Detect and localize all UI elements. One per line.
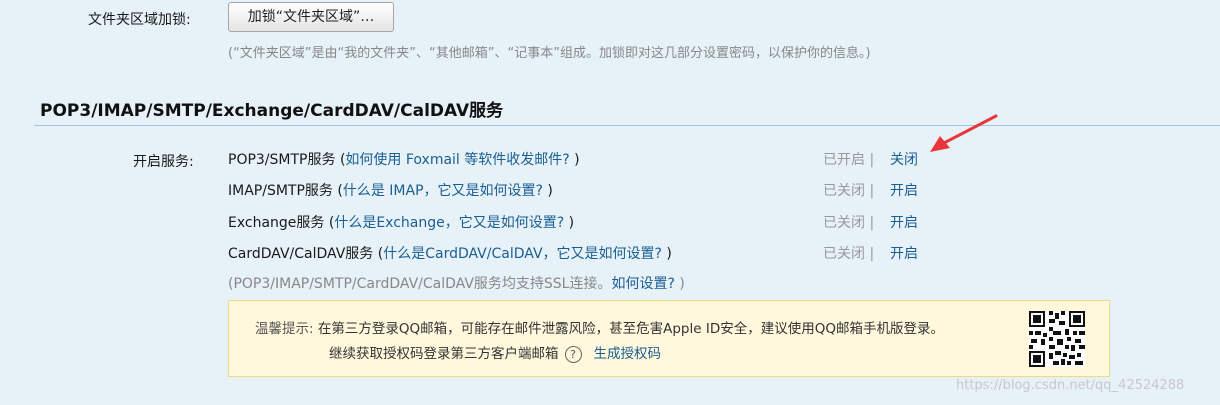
help-circle-icon[interactable]: ? <box>564 345 582 363</box>
help-link-imap[interactable]: 什么是 IMAP，它又是如何设置? <box>343 183 543 199</box>
service-name: CardDAV/CalDAV服务 ( <box>228 246 384 262</box>
ssl-note-text: (POP3/IMAP/SMTP/CardDAV/CalDAV服务均支持SSL连接… <box>228 276 612 292</box>
tip-line-1: 温馨提示: 在第三方登录QQ邮箱，可能存在邮件泄露风险，甚至危害Apple ID… <box>255 317 944 337</box>
status-exchange: 已关闭 | <box>823 215 875 231</box>
help-link-exchange[interactable]: 什么是Exchange，它又是如何设置? <box>334 215 564 231</box>
tip-line-2: 继续获取授权码登录第三方客户端邮箱? 生成授权码 <box>329 342 661 363</box>
ssl-setup-link[interactable]: 如何设置? <box>611 276 674 292</box>
paren-close: ) <box>564 215 575 231</box>
generate-auth-code-link[interactable]: 生成授权码 <box>594 346 662 362</box>
tip-text: 在第三方登录QQ邮箱，可能存在邮件泄露风险，甚至危害Apple ID安全，建议使… <box>317 321 944 337</box>
help-link-carddav[interactable]: 什么是CardDAV/CalDAV，它又是如何设置? <box>383 246 662 262</box>
service-name: IMAP/SMTP服务 ( <box>228 183 343 199</box>
status-pop3: 已开启 | <box>823 152 875 168</box>
status-carddav: 已关闭 | <box>823 246 875 262</box>
toggle-pop3-button[interactable]: 关闭 <box>890 149 918 169</box>
folder-lock-note: (“文件夹区域”是由“我的文件夹”、“其他邮箱”、“记事本”组成。加锁即对这几部… <box>228 46 871 61</box>
ssl-note: (POP3/IMAP/SMTP/CardDAV/CalDAV服务均支持SSL连接… <box>228 273 685 293</box>
annotation-arrow-icon <box>930 114 998 152</box>
folder-lock-row: 文件夹区域加锁: 加锁“文件夹区域”… <box>0 0 1220 36</box>
paren-close: ) <box>661 246 672 262</box>
watermark: https://blog.csdn.net/qq_42524288 <box>956 378 1185 393</box>
service-row-carddav: CardDAV/CalDAV服务 (什么是CardDAV/CalDAV，它又是如… <box>228 243 672 263</box>
paren-close: ) <box>542 183 553 199</box>
service-name: Exchange服务 ( <box>228 215 335 231</box>
service-name: POP3/SMTP服务 ( <box>228 152 346 168</box>
help-link-pop3[interactable]: 如何使用 Foxmail 等软件收发邮件? <box>345 152 569 168</box>
service-row-pop3: POP3/SMTP服务 (如何使用 Foxmail 等软件收发邮件? ) <box>228 149 580 169</box>
folder-lock-label: 文件夹区域加锁: <box>88 12 191 28</box>
service-row-imap: IMAP/SMTP服务 (什么是 IMAP，它又是如何设置? ) <box>228 180 553 200</box>
status-imap: 已关闭 | <box>823 183 875 199</box>
qr-code-icon <box>1029 311 1085 367</box>
tip-label: 温馨提示: <box>255 321 314 337</box>
lock-folder-area-button[interactable]: 加锁“文件夹区域”… <box>228 2 394 32</box>
toggle-imap-button[interactable]: 开启 <box>890 180 918 200</box>
toggle-carddav-button[interactable]: 开启 <box>890 243 918 263</box>
section-divider <box>34 125 1220 126</box>
auth-code-text: 继续获取授权码登录第三方客户端邮箱 <box>329 346 559 362</box>
enable-services-label: 开启服务: <box>133 154 194 170</box>
paren-close: ) <box>569 152 580 168</box>
warm-tip-box: 温馨提示: 在第三方登录QQ邮箱，可能存在邮件泄露风险，甚至危害Apple ID… <box>228 300 1110 377</box>
section-title: POP3/IMAP/SMTP/Exchange/CardDAV/CalDAV服务 <box>40 101 504 121</box>
ssl-note-close: ) <box>674 276 685 292</box>
service-row-exchange: Exchange服务 (什么是Exchange，它又是如何设置? ) <box>228 212 574 232</box>
toggle-exchange-button[interactable]: 开启 <box>890 212 918 232</box>
